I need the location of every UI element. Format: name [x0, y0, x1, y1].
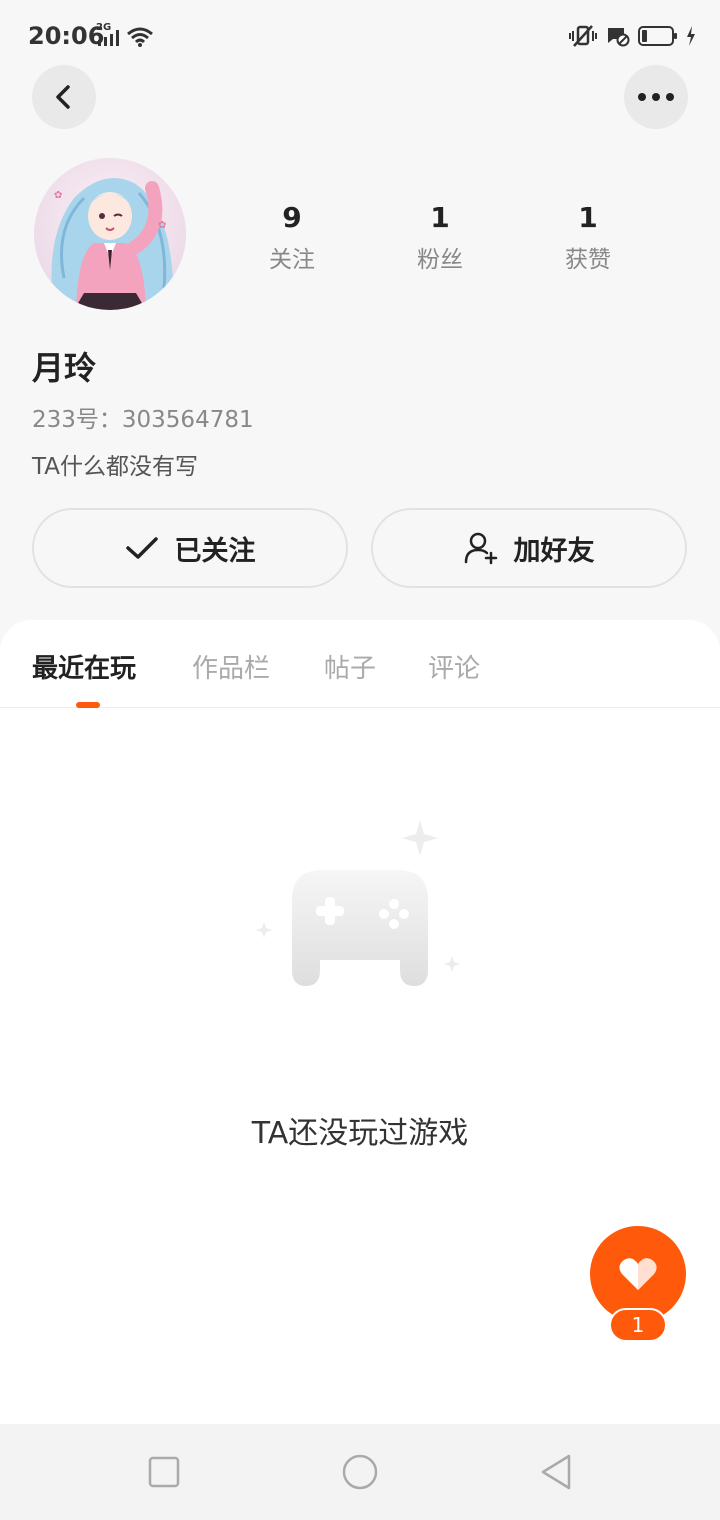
stat-followers[interactable]: 1 粉丝 [366, 200, 514, 274]
circle-icon [342, 1454, 378, 1490]
user-avatar: ✿ ✿ [34, 158, 186, 310]
stat-value: 1 [578, 201, 598, 234]
stat-label: 关注 [269, 247, 315, 273]
svg-text:✿: ✿ [54, 190, 62, 201]
profile-uid: 233号：303564781 [32, 407, 254, 433]
avatar[interactable]: ✿ ✿ [34, 158, 186, 310]
message-blocked-icon [608, 28, 630, 47]
back-nav-button[interactable] [536, 1452, 576, 1492]
user-plus-icon [464, 532, 497, 565]
vibrate-icon [569, 25, 597, 47]
stat-label: 粉丝 [417, 247, 463, 273]
back-button[interactable] [32, 65, 96, 129]
svg-text:✿: ✿ [158, 220, 166, 231]
profile-bio: TA什么都没有写 [32, 454, 198, 480]
profile-stats: 9 关注 1 粉丝 1 获赞 [218, 200, 662, 274]
charging-icon [687, 26, 695, 46]
check-icon [125, 537, 158, 559]
stat-value: 1 [430, 201, 450, 234]
following-label: 已关注 [174, 535, 256, 567]
stat-likes[interactable]: 1 获赞 [514, 200, 662, 274]
wifi-icon [127, 27, 153, 47]
navigation-bar [0, 1424, 720, 1520]
tab-recently-played[interactable]: 最近在玩 [32, 648, 136, 685]
gamepad-icon [256, 820, 460, 986]
status-time: 20:06 [28, 22, 105, 50]
more-horizontal-icon [638, 93, 674, 101]
status-right-icons [568, 24, 696, 48]
stat-label: 获赞 [565, 247, 611, 273]
signal-icon [98, 30, 119, 46]
tab-works[interactable]: 作品栏 [192, 648, 270, 685]
tab-indicator [76, 702, 100, 708]
more-button[interactable] [624, 65, 688, 129]
empty-state-text: TA还没玩过游戏 [251, 1116, 469, 1151]
profile-name: 月玲 [32, 349, 97, 387]
following-button[interactable]: 已关注 [32, 508, 348, 588]
heart-icon [619, 1258, 657, 1290]
square-icon [148, 1456, 180, 1488]
home-button[interactable] [340, 1452, 380, 1492]
tab-comments[interactable]: 评论 [428, 648, 480, 685]
like-count-badge: 1 [609, 1308, 667, 1342]
add-friend-button[interactable]: 加好友 [371, 508, 687, 588]
stat-value: 9 [282, 201, 302, 234]
battery-icon [638, 26, 677, 46]
chevron-left-icon [56, 85, 70, 109]
tab-posts[interactable]: 帖子 [324, 648, 376, 685]
profile-tabs: 最近在玩 作品栏 帖子 评论 [0, 620, 720, 708]
add-friend-label: 加好友 [513, 535, 595, 567]
status-bar: 20:06 2G [0, 0, 720, 72]
recent-apps-button[interactable] [144, 1452, 184, 1492]
triangle-back-icon [541, 1454, 571, 1490]
stat-following[interactable]: 9 关注 [218, 200, 366, 274]
